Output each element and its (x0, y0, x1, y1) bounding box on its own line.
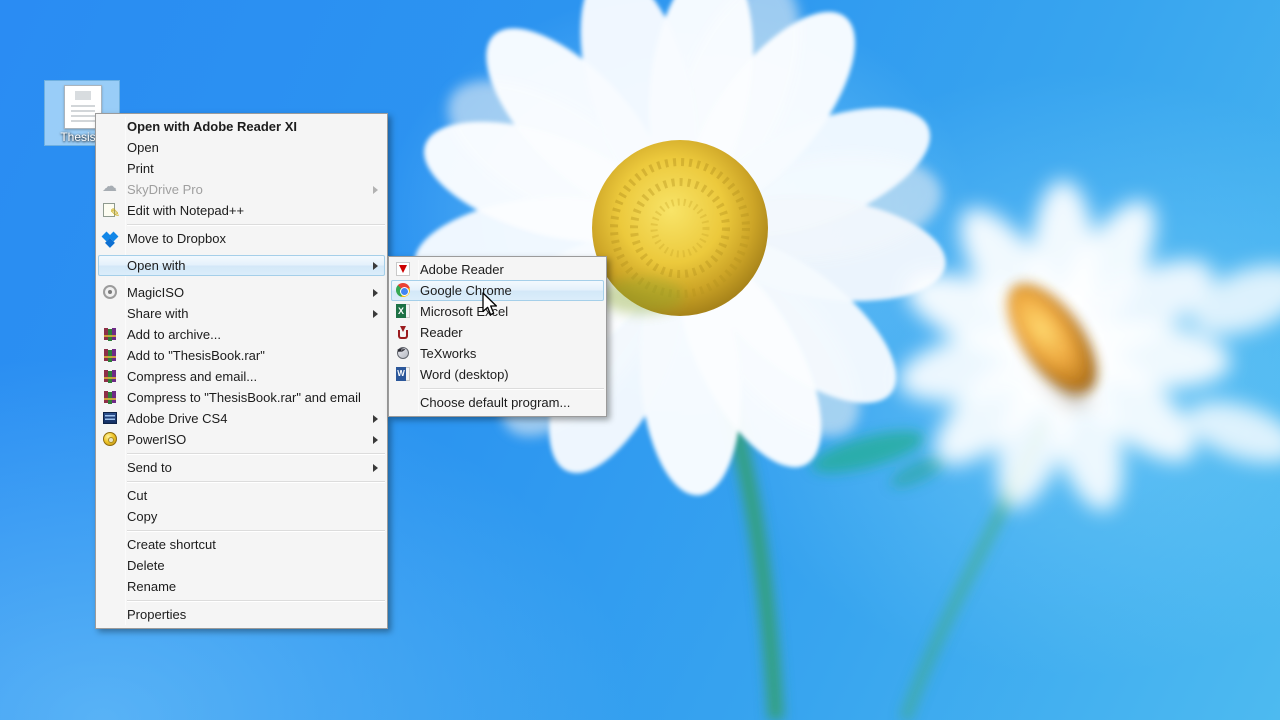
menu-item-poweriso[interactable]: PowerISO (96, 429, 387, 450)
menu-item-print[interactable]: Print (96, 158, 387, 179)
menu-item-label: Move to Dropbox (127, 231, 226, 246)
menu-item-label: Open (127, 140, 159, 155)
menu-item-copy[interactable]: Copy (96, 506, 387, 527)
winrar-icon (102, 347, 118, 363)
notepad-plus-plus-icon (102, 202, 120, 220)
submenu-arrow-icon (373, 309, 378, 318)
winrar-icon (102, 389, 118, 405)
adobe-drive-icon (102, 410, 118, 426)
submenu-arrow-icon (373, 463, 378, 472)
menu-item-compress-to-thesisbook-rar-and-email[interactable]: Compress to "ThesisBook.rar" and email (96, 387, 387, 408)
submenu-arrow-icon (373, 288, 378, 297)
menu-item-reader[interactable]: Reader (389, 322, 606, 343)
menu-item-label: Word (desktop) (420, 367, 509, 382)
menu-item-label: SkyDrive Pro (127, 182, 203, 197)
menu-item-label: Compress and email... (127, 369, 258, 384)
open-with-submenu: Adobe ReaderGoogle ChromeMicrosoft Excel… (388, 256, 607, 417)
menu-separator (127, 597, 385, 604)
menu-item-add-to-archive[interactable]: Add to archive... (96, 324, 387, 345)
submenu-arrow-icon (373, 261, 378, 270)
menu-item-properties[interactable]: Properties (96, 604, 387, 625)
menu-item-label: Properties (127, 607, 187, 622)
ms-reader-icon (395, 324, 411, 340)
winrar-icon (102, 368, 118, 384)
menu-item-label: Share with (127, 306, 189, 321)
menu-item-delete[interactable]: Delete (96, 555, 387, 576)
menu-separator (127, 527, 385, 534)
menu-item-label: Copy (127, 509, 158, 524)
texworks-icon (395, 345, 411, 361)
menu-item-label: Compress to "ThesisBook.rar" and email (127, 390, 361, 405)
menu-item-label: Delete (127, 558, 165, 573)
menu-item-adobe-drive-cs4[interactable]: Adobe Drive CS4 (96, 408, 387, 429)
menu-item-label: PowerISO (127, 432, 187, 447)
menu-item-edit-with-notepad[interactable]: Edit with Notepad++ (96, 200, 387, 221)
menu-item-open-with[interactable]: Open with (96, 255, 387, 276)
menu-item-rename[interactable]: Rename (96, 576, 387, 597)
menu-item-word-desktop[interactable]: Word (desktop) (389, 364, 606, 385)
menu-item-open[interactable]: Open (96, 137, 387, 158)
menu-item-label: Adobe Drive CS4 (127, 411, 228, 426)
poweriso-icon (102, 431, 118, 447)
menu-item-label: Adobe Reader (420, 262, 504, 277)
menu-item-label: Add to "ThesisBook.rar" (127, 348, 265, 363)
menu-item-choose-default-program[interactable]: Choose default program... (389, 392, 606, 413)
context-menu: Open with Adobe Reader XI Open Print SkyDri… (95, 113, 388, 629)
menu-item-add-to-thesisbook-rar[interactable]: Add to "ThesisBook.rar" (96, 345, 387, 366)
menu-separator (127, 221, 385, 228)
menu-separator (127, 450, 385, 457)
magiciso-icon (102, 284, 118, 300)
menu-item-label: Reader (420, 325, 463, 340)
menu-item-skydrive-pro[interactable]: SkyDrive Pro (96, 179, 387, 200)
menu-item-label: MagicISO (127, 285, 185, 300)
menu-separator (420, 385, 604, 392)
menu-item-label: Print (127, 161, 154, 176)
menu-item-magiciso[interactable]: MagicISO (96, 282, 387, 303)
menu-item-label: Edit with Notepad++ (127, 203, 245, 218)
winrar-icon (102, 326, 118, 342)
mouse-cursor-icon (482, 292, 500, 323)
menu-item-adobe-reader[interactable]: Adobe Reader (389, 259, 606, 280)
menu-item-create-shortcut[interactable]: Create shortcut (96, 534, 387, 555)
menu-item-label: Cut (127, 488, 148, 503)
menu-item-move-to-dropbox[interactable]: Move to Dropbox (96, 228, 387, 249)
menu-item-label: TeXworks (420, 346, 477, 361)
google-chrome-icon (395, 282, 411, 298)
menu-item-open-with-adobe-reader-xi[interactable]: Open with Adobe Reader XI (96, 116, 387, 137)
menu-item-label: Send to (127, 460, 172, 475)
menu-item-label: Open with (127, 258, 186, 273)
menu-item-label: Open with Adobe Reader XI (127, 119, 297, 134)
menu-item-label: Rename (127, 579, 177, 594)
menu-item-label: Choose default program... (420, 395, 571, 410)
submenu-arrow-icon (373, 185, 378, 194)
menu-item-label: Add to archive... (127, 327, 221, 342)
submenu-arrow-icon (373, 414, 378, 423)
menu-separator (127, 478, 385, 485)
microsoft-excel-icon (395, 303, 411, 319)
adobe-reader-icon (395, 261, 411, 277)
menu-item-send-to[interactable]: Send to (96, 457, 387, 478)
menu-item-compress-and-email[interactable]: Compress and email... (96, 366, 387, 387)
menu-item-texworks[interactable]: TeXworks (389, 343, 606, 364)
menu-item-cut[interactable]: Cut (96, 485, 387, 506)
submenu-arrow-icon (373, 435, 378, 444)
word-icon (395, 366, 411, 382)
skydrive-pro-icon (102, 179, 118, 197)
menu-item-share-with[interactable]: Share with (96, 303, 387, 324)
dropbox-icon (102, 230, 118, 246)
menu-item-label: Create shortcut (127, 537, 216, 552)
